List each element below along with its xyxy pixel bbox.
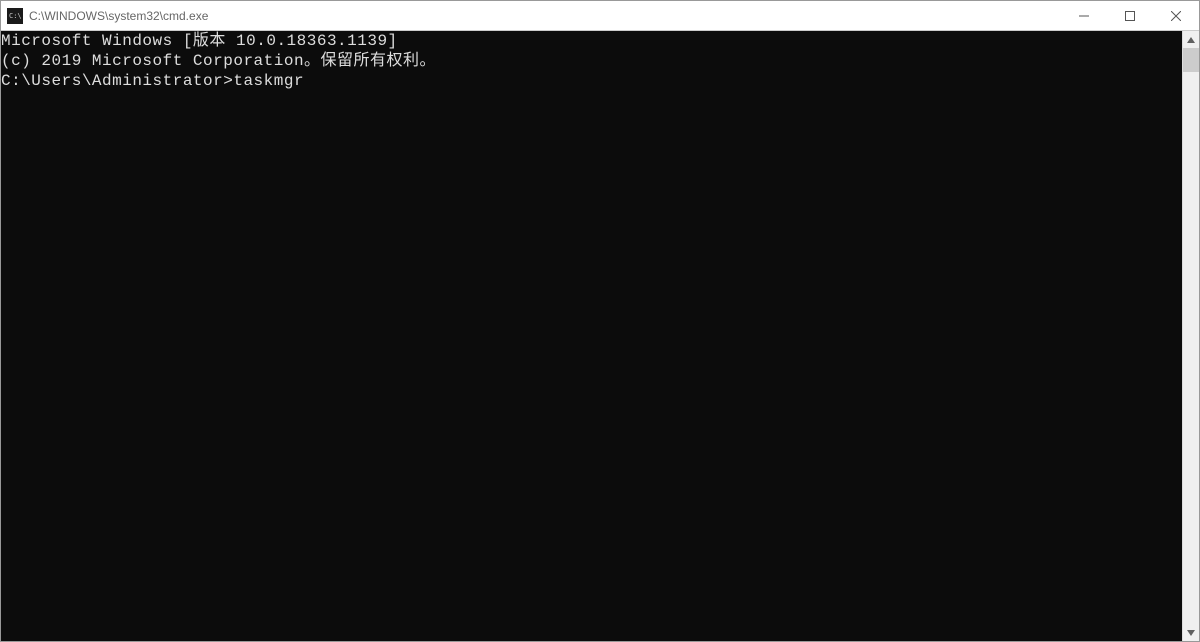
close-button[interactable] [1153,1,1199,31]
terminal-prompt: C:\Users\Administrator> [1,72,233,90]
minimize-button[interactable] [1061,1,1107,31]
scroll-down-arrow-icon[interactable] [1183,624,1199,641]
scroll-thumb[interactable] [1183,48,1199,72]
terminal-line-version: Microsoft Windows [版本 10.0.18363.1139] [1,31,1182,51]
window-title: C:\WINDOWS\system32\cmd.exe [29,9,208,23]
terminal-line-copyright: (c) 2019 Microsoft Corporation。保留所有权利。 [1,51,1182,71]
title-bar: C:\ C:\WINDOWS\system32\cmd.exe [1,1,1199,31]
terminal-area[interactable]: Microsoft Windows [版本 10.0.18363.1139](c… [1,31,1182,641]
svg-text:C:\: C:\ [9,12,22,20]
terminal-prompt-line: C:\Users\Administrator>taskmgr [1,71,1182,91]
scroll-up-arrow-icon[interactable] [1183,31,1199,48]
vertical-scrollbar[interactable] [1182,31,1199,641]
cmd-icon: C:\ [7,8,23,24]
terminal-command: taskmgr [233,72,304,90]
scroll-track[interactable] [1183,48,1199,624]
title-left: C:\ C:\WINDOWS\system32\cmd.exe [1,8,208,24]
title-controls [1061,1,1199,31]
content-wrapper: Microsoft Windows [版本 10.0.18363.1139](c… [1,31,1199,641]
cmd-window: C:\ C:\WINDOWS\system32\cmd.exe [0,0,1200,642]
maximize-button[interactable] [1107,1,1153,31]
